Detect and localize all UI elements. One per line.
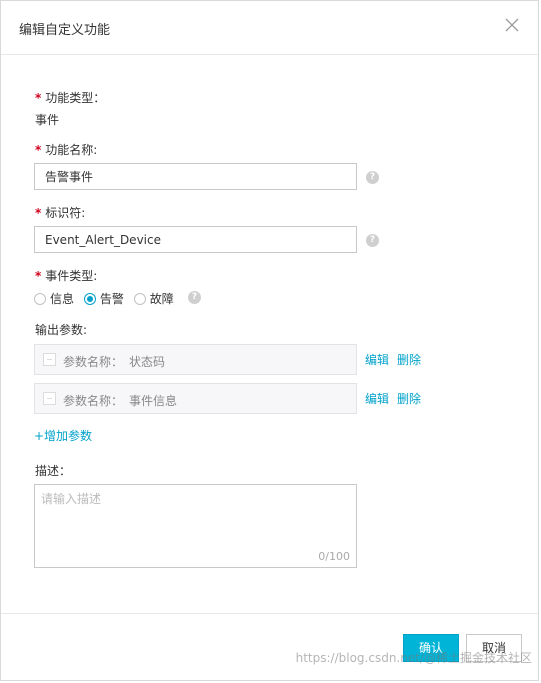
event-type-label: * 事件类型: [35,269,98,283]
description-label: 描述： [35,464,72,478]
param-text: 参数名称： 状态码 [63,355,166,369]
char-counter: 0/100 [318,550,350,563]
identifier-label: * 标识符: [35,206,86,220]
help-icon[interactable]: ? [188,291,201,304]
function-type-value: 事件 [35,113,60,127]
dialog-header: 编辑自定义功能 [1,1,538,55]
required-mark: * [35,269,42,283]
identifier-input[interactable] [34,226,357,253]
confirm-button[interactable]: 确认 [403,634,459,662]
description-textarea[interactable] [35,485,356,567]
dialog-title: 编辑自定义功能 [19,23,111,38]
output-params-label: 输出参数: [35,323,88,337]
close-button[interactable] [502,13,522,37]
param-row: 参数名称： 事件信息 [34,383,357,414]
add-param-link[interactable]: +增加参数 [34,427,92,444]
required-mark: * [35,143,42,157]
function-name-input[interactable] [34,163,357,190]
function-name-label: * 功能名称: [35,143,98,157]
radio-fault[interactable]: 故障 [133,290,174,307]
delete-param-link[interactable]: 删除 [397,390,421,407]
edit-param-link[interactable]: 编辑 [365,390,389,407]
radio-info[interactable]: 信息 [34,290,74,307]
help-icon[interactable]: ? [366,171,379,184]
param-checkbox [43,392,56,405]
param-checkbox [43,353,56,366]
radio-alert[interactable]: 告警 [83,290,124,307]
edit-custom-function-dialog: 编辑自定义功能 *功能类型： 事件 *功能名称: ? *标识符: ? *事件类型… [0,0,539,681]
required-mark: * [35,91,42,105]
description-box: 0/100 [34,484,357,568]
help-icon[interactable]: ? [366,234,379,247]
delete-param-link[interactable]: 删除 [397,351,421,368]
param-text: 参数名称： 事件信息 [63,394,178,408]
cancel-button[interactable]: 取消 [466,634,522,662]
event-type-radio-group: 信息 告警 故障 [34,290,180,306]
param-row: 参数名称： 状态码 [34,344,357,375]
radio-circle[interactable] [34,293,46,305]
radio-circle[interactable] [133,293,146,305]
function-type-label: * 功能类型： [35,91,106,105]
required-mark: * [35,206,42,220]
radio-circle[interactable] [83,293,96,305]
close-icon [505,18,519,32]
edit-param-link[interactable]: 编辑 [365,351,389,368]
